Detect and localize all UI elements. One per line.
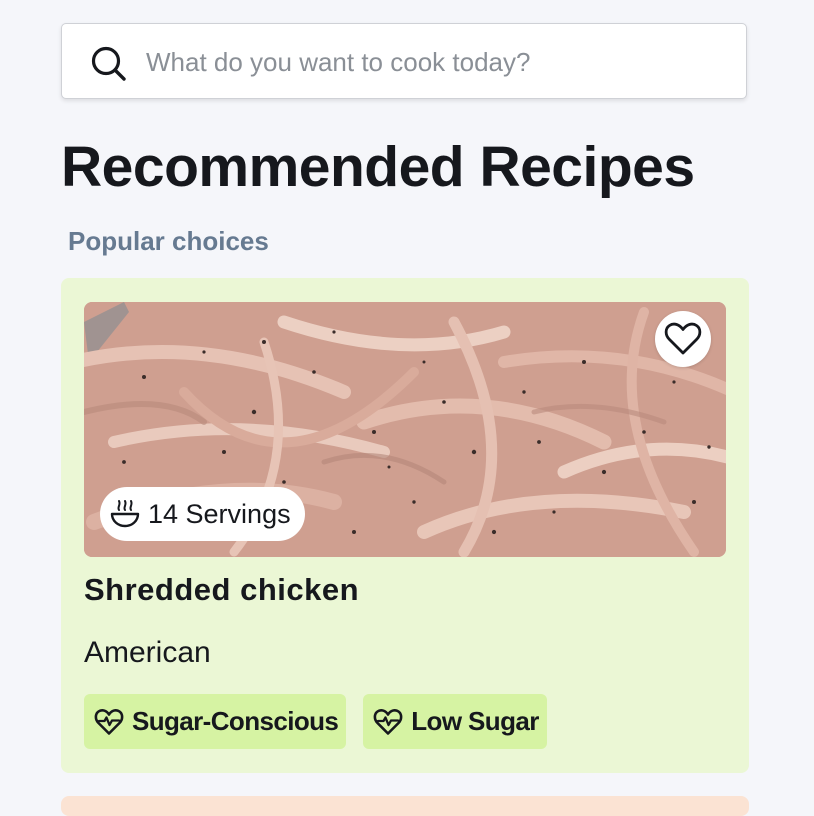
recipe-card[interactable]: 14 Servings Shredded chicken American Su… [61, 278, 749, 773]
recipe-tags: Sugar-Conscious Low Sugar [84, 694, 547, 749]
favorite-button[interactable] [655, 311, 711, 367]
page-title: Recommended Recipes [61, 135, 695, 199]
recipe-photo[interactable]: 14 Servings [84, 302, 726, 557]
recipe-title[interactable]: Shredded chicken [84, 572, 359, 608]
tag-label: Sugar-Conscious [132, 706, 339, 736]
recipe-cuisine: American [84, 636, 211, 669]
search-input[interactable] [146, 42, 726, 82]
heart-outline-icon [664, 322, 702, 355]
tag-sugar-conscious: Sugar-Conscious [84, 694, 347, 749]
tag-low-sugar: Low Sugar [363, 694, 547, 749]
bowl-steam-icon [110, 500, 140, 528]
search-bar[interactable] [61, 23, 747, 99]
servings-label: 14 Servings [148, 498, 291, 529]
heart-pulse-icon [373, 708, 403, 735]
section-subtitle: Popular choices [68, 226, 269, 256]
heart-pulse-icon [94, 708, 124, 735]
tag-label: Low Sugar [411, 706, 539, 736]
search-icon [91, 46, 126, 81]
recipe-card-next[interactable] [61, 796, 749, 816]
servings-badge: 14 Servings [100, 487, 305, 541]
